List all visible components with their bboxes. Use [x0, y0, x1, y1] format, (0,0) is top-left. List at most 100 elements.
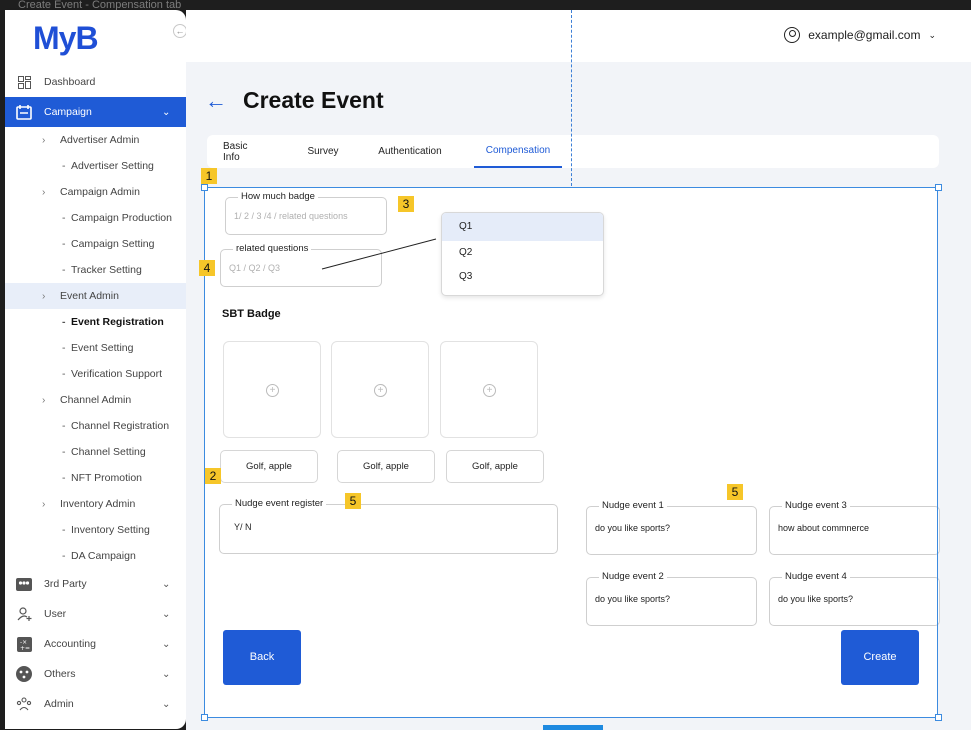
chevron-down-icon: ⌄	[162, 698, 171, 710]
sidebar-item-event-registration[interactable]: - Event Registration	[5, 309, 186, 335]
sidebar-item-advertiser-setting[interactable]: - Advertiser Setting	[5, 153, 186, 179]
calculator-icon: -× +=	[16, 636, 32, 652]
sidebar-item-label: NFT Promotion	[71, 472, 142, 484]
chevron-right-icon: ›	[42, 134, 46, 146]
chevron-down-icon: ⌄	[928, 29, 936, 40]
guide-line	[571, 10, 572, 186]
sidebar-item-inventory-setting[interactable]: - Inventory Setting	[5, 517, 186, 543]
back-arrow-icon[interactable]: ←	[205, 88, 227, 114]
dash-icon: -	[62, 238, 66, 250]
selection-handle[interactable]	[935, 184, 942, 191]
calendar-icon	[16, 104, 32, 120]
chevron-down-icon: ⌄	[162, 668, 171, 680]
sidebar-item-label: Campaign	[44, 106, 92, 118]
add-user-icon	[16, 606, 32, 622]
dashboard-icon	[16, 74, 32, 90]
sidebar-item-label: DA Campaign	[71, 550, 136, 562]
sidebar-item-label: Advertiser Setting	[71, 160, 154, 172]
tab-compensation[interactable]: Compensation	[474, 135, 562, 168]
user-circle-icon	[784, 27, 801, 43]
sidebar-item-others[interactable]: Others ⌄	[5, 659, 186, 689]
sidebar-item-campaign-production[interactable]: - Campaign Production	[5, 205, 186, 231]
chevron-right-icon: ›	[42, 186, 46, 198]
sidebar-item-inventory-admin[interactable]: › Inventory Admin	[5, 491, 186, 517]
tab-basic-info[interactable]: Basic Info	[223, 135, 265, 168]
sidebar-item-campaign-admin[interactable]: › Campaign Admin	[5, 179, 186, 205]
sidebar-item-label: Event Setting	[71, 342, 134, 354]
account-menu[interactable]: example@gmail.com ⌄	[784, 27, 936, 43]
tab-bar: Basic Info Survey Authentication Compens…	[207, 135, 939, 168]
sidebar-item-channel-registration[interactable]: - Channel Registration	[5, 413, 186, 439]
sidebar-item-label: Admin	[44, 698, 74, 710]
sidebar-item-label: Accounting	[44, 638, 96, 650]
dash-icon: -	[62, 472, 66, 484]
sidebar-item-label: Verification Support	[71, 368, 163, 380]
sidebar-item-accounting[interactable]: -× += Accounting ⌄	[5, 629, 186, 659]
sidebar-item-label: Advertiser Admin	[60, 134, 140, 146]
dash-icon: -	[62, 420, 66, 432]
sidebar-item-label: Channel Registration	[71, 420, 170, 432]
tab-authentication[interactable]: Authentication	[374, 135, 446, 168]
dash-icon: -	[62, 316, 66, 328]
sidebar-item-nft-promotion[interactable]: - NFT Promotion	[5, 465, 186, 491]
dash-icon: -	[62, 446, 66, 458]
sidebar-item-label: Campaign Admin	[60, 186, 140, 198]
logo[interactable]: MyB	[33, 20, 99, 57]
svg-text:+=: +=	[20, 645, 30, 652]
sidebar-collapse-button[interactable]: ←	[173, 24, 187, 38]
sidebar-item-label: 3rd Party	[44, 578, 87, 590]
sidebar-item-channel-setting[interactable]: - Channel Setting	[5, 439, 186, 465]
sidebar-item-label: Event Registration	[71, 316, 164, 328]
chevron-down-icon: ⌄	[162, 106, 171, 118]
page-title: Create Event	[243, 87, 384, 113]
account-email: example@gmail.com	[808, 28, 921, 42]
sidebar-item-user[interactable]: User ⌄	[5, 599, 186, 629]
sidebar-item-tracker-setting[interactable]: - Tracker Setting	[5, 257, 186, 283]
selection-handle[interactable]	[935, 714, 942, 721]
annotation-tag: 2	[205, 468, 221, 484]
chevron-right-icon: ›	[42, 290, 46, 302]
sidebar-item-channel-admin[interactable]: › Channel Admin	[5, 387, 186, 413]
dash-icon: -	[62, 550, 66, 562]
chevron-right-icon: ›	[42, 394, 46, 406]
sidebar-item-label: Channel Admin	[60, 394, 132, 406]
sidebar-item-label: Campaign Setting	[71, 238, 155, 250]
annotation-tag: 4	[199, 260, 215, 276]
sidebar: MyB Dashboard Campaign ⌄ › Advertiser Adm…	[5, 10, 186, 729]
sidebar-item-da-campaign[interactable]: - DA Campaign	[5, 543, 186, 569]
sidebar-item-event-admin[interactable]: › Event Admin	[5, 283, 186, 309]
selection-frame	[204, 187, 938, 718]
third-party-icon	[16, 576, 32, 592]
sidebar-item-verification-support[interactable]: - Verification Support	[5, 361, 186, 387]
sidebar-item-admin[interactable]: Admin ⌄	[5, 689, 186, 719]
admin-group-icon	[16, 696, 32, 712]
dash-icon: -	[62, 160, 66, 172]
top-bar: example@gmail.com ⌄	[186, 10, 971, 62]
chevron-down-icon: ⌄	[162, 578, 171, 590]
sidebar-item-campaign-setting[interactable]: - Campaign Setting	[5, 231, 186, 257]
size-indicator	[543, 725, 603, 730]
sidebar-item-label: Campaign Production	[71, 212, 172, 224]
sidebar-item-third-party[interactable]: 3rd Party ⌄	[5, 569, 186, 599]
others-icon	[16, 666, 32, 682]
sidebar-item-campaign[interactable]: Campaign ⌄	[5, 97, 186, 127]
sidebar-nav: Dashboard Campaign ⌄ › Advertiser Admin -…	[5, 67, 186, 719]
sidebar-item-event-setting[interactable]: - Event Setting	[5, 335, 186, 361]
dash-icon: -	[62, 264, 66, 276]
tab-survey[interactable]: Survey	[304, 135, 342, 168]
page-header: ← Create Event	[205, 87, 384, 114]
chevron-right-icon: ›	[42, 498, 46, 510]
sidebar-item-advertiser-admin[interactable]: › Advertiser Admin	[5, 127, 186, 153]
dash-icon: -	[62, 368, 66, 380]
sidebar-item-dashboard[interactable]: Dashboard	[5, 67, 186, 97]
chevron-down-icon: ⌄	[162, 608, 171, 620]
dash-icon: -	[62, 524, 66, 536]
dash-icon: -	[62, 342, 66, 354]
selection-handle[interactable]	[201, 184, 208, 191]
sidebar-item-label: Inventory Setting	[71, 524, 150, 536]
selection-handle[interactable]	[201, 714, 208, 721]
dash-icon: -	[62, 212, 66, 224]
sidebar-item-label: Others	[44, 668, 76, 680]
sidebar-item-label: Tracker Setting	[71, 264, 142, 276]
sidebar-item-label: Event Admin	[60, 290, 119, 302]
